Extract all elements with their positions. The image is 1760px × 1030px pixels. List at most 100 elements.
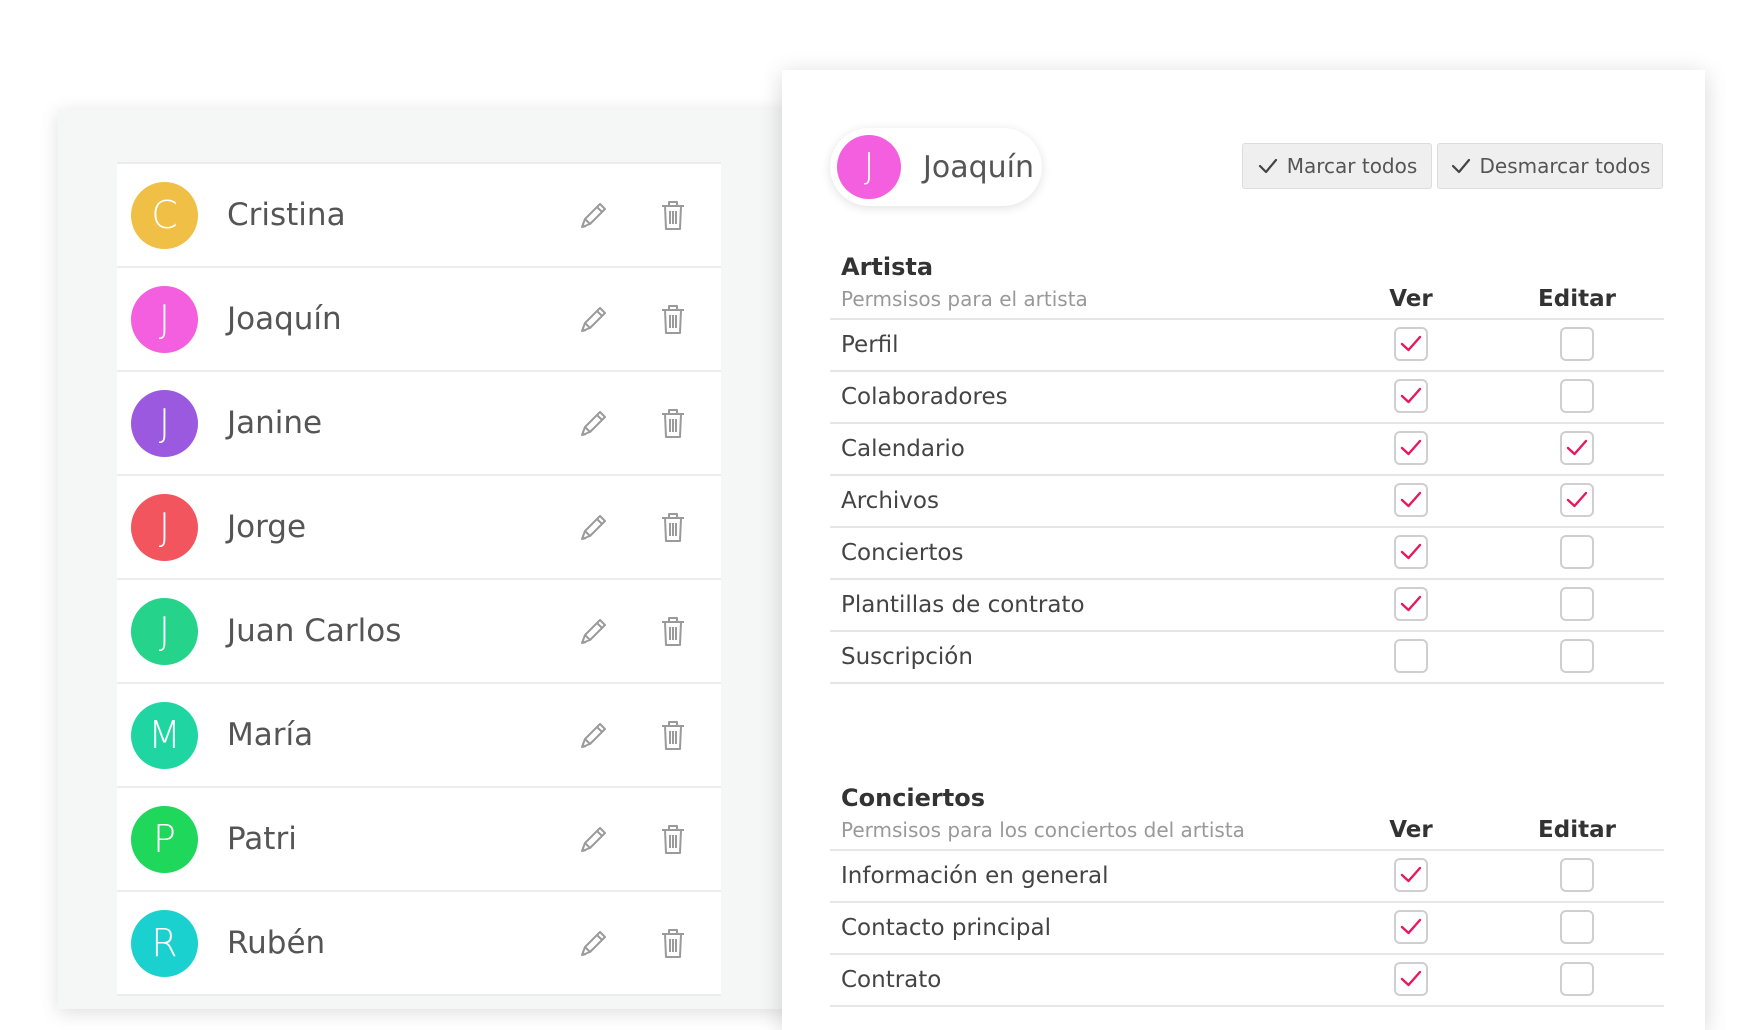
selected-user-name: Joaquín <box>923 149 1034 185</box>
view-checkbox[interactable] <box>1394 379 1428 413</box>
view-checkbox[interactable] <box>1394 962 1428 996</box>
edit-checkbox[interactable] <box>1560 962 1594 996</box>
permission-label: Contrato <box>841 967 942 993</box>
trash-icon[interactable] <box>657 302 689 336</box>
avatar: C <box>131 181 198 249</box>
check-icon <box>1400 491 1422 508</box>
unmark-all-label: Desmarcar todos <box>1479 154 1651 178</box>
user-name: Jorge <box>227 509 307 545</box>
edit-checkbox[interactable] <box>1560 327 1594 361</box>
pencil-icon[interactable] <box>577 302 609 336</box>
view-checkbox[interactable] <box>1394 587 1428 621</box>
unmark-all-button[interactable]: Desmarcar todos <box>1437 143 1663 189</box>
user-name: Rubén <box>227 925 326 961</box>
column-view-header: Ver <box>1389 286 1433 312</box>
user-row-maria[interactable]: M María <box>117 684 721 788</box>
permissions-panel: J Joaquín Marcar todos Desmarcar todos A… <box>782 70 1705 1030</box>
check-icon <box>1400 439 1422 456</box>
trash-icon[interactable] <box>657 614 689 648</box>
user-name: María <box>227 717 314 753</box>
check-icon <box>1566 439 1588 456</box>
user-name: Joaquín <box>227 301 342 337</box>
user-row-ruben[interactable]: R Rubén <box>117 892 721 996</box>
avatar: J <box>131 389 198 457</box>
trash-icon[interactable] <box>657 822 689 856</box>
pencil-icon[interactable] <box>577 406 609 440</box>
avatar: J <box>131 597 198 665</box>
edit-checkbox[interactable] <box>1560 483 1594 517</box>
check-icon <box>1400 918 1422 935</box>
trash-icon[interactable] <box>657 406 689 440</box>
pencil-icon[interactable] <box>577 822 609 856</box>
avatar: J <box>837 135 901 199</box>
section-subtitle: Permsisos para el artista <box>841 287 1088 311</box>
permission-label: Conciertos <box>841 540 964 566</box>
check-icon <box>1566 491 1588 508</box>
user-list: C Cristina J Joaquín J Janine J Jorge J … <box>117 162 721 996</box>
edit-checkbox[interactable] <box>1560 535 1594 569</box>
check-icon <box>1400 387 1422 404</box>
permission-row: Contacto principal <box>830 903 1664 955</box>
user-row-janine[interactable]: J Janine <box>117 372 721 476</box>
avatar: J <box>131 493 198 561</box>
permission-label: Información en general <box>841 863 1109 889</box>
permission-row: Información en general <box>830 851 1664 903</box>
check-icon <box>1400 543 1422 560</box>
section-header: Permsisos para el artista Ver Editar <box>830 284 1664 320</box>
column-view-header: Ver <box>1389 817 1433 843</box>
edit-checkbox[interactable] <box>1560 910 1594 944</box>
permission-row: Plantillas de contrato <box>830 580 1664 632</box>
trash-icon[interactable] <box>657 510 689 544</box>
permission-label: Archivos <box>841 488 939 514</box>
user-row-joaquin[interactable]: J Joaquín <box>117 268 721 372</box>
user-row-cristina[interactable]: C Cristina <box>117 164 721 268</box>
trash-icon[interactable] <box>657 718 689 752</box>
user-row-patri[interactable]: P Patri <box>117 788 721 892</box>
pencil-icon[interactable] <box>577 718 609 752</box>
section-header: Permsisos para los conciertos del artist… <box>830 815 1664 851</box>
edit-checkbox[interactable] <box>1560 431 1594 465</box>
permission-row: Colaboradores <box>830 372 1664 424</box>
column-edit-header: Editar <box>1538 286 1616 312</box>
view-checkbox[interactable] <box>1394 858 1428 892</box>
avatar: R <box>131 909 198 977</box>
check-icon <box>1258 158 1277 174</box>
pencil-icon[interactable] <box>577 510 609 544</box>
user-name: Janine <box>227 405 323 441</box>
check-icon <box>1451 158 1470 174</box>
check-icon <box>1400 866 1422 883</box>
edit-checkbox[interactable] <box>1560 858 1594 892</box>
edit-checkbox[interactable] <box>1560 639 1594 673</box>
permission-label: Plantillas de contrato <box>841 592 1085 618</box>
edit-checkbox[interactable] <box>1560 587 1594 621</box>
view-checkbox[interactable] <box>1394 327 1428 361</box>
view-checkbox[interactable] <box>1394 483 1428 517</box>
trash-icon[interactable] <box>657 926 689 960</box>
view-checkbox[interactable] <box>1394 639 1428 673</box>
user-row-juan-carlos[interactable]: J Juan Carlos <box>117 580 721 684</box>
user-row-jorge[interactable]: J Jorge <box>117 476 721 580</box>
section-title: Conciertos <box>841 784 985 812</box>
check-icon <box>1400 970 1422 987</box>
section-subtitle: Permsisos para los conciertos del artist… <box>841 818 1245 842</box>
check-icon <box>1400 335 1422 352</box>
view-checkbox[interactable] <box>1394 431 1428 465</box>
permission-row: Contrato <box>830 955 1664 1007</box>
permission-label: Perfil <box>841 332 899 358</box>
avatar: P <box>131 805 198 873</box>
trash-icon[interactable] <box>657 198 689 232</box>
view-checkbox[interactable] <box>1394 535 1428 569</box>
permission-row: Archivos <box>830 476 1664 528</box>
avatar: M <box>131 701 198 769</box>
view-checkbox[interactable] <box>1394 910 1428 944</box>
permission-row: Suscripción <box>830 632 1664 684</box>
pencil-icon[interactable] <box>577 926 609 960</box>
user-name: Cristina <box>227 197 346 233</box>
check-icon <box>1400 595 1422 612</box>
pencil-icon[interactable] <box>577 614 609 648</box>
mark-all-button[interactable]: Marcar todos <box>1242 143 1432 189</box>
column-edit-header: Editar <box>1538 817 1616 843</box>
pencil-icon[interactable] <box>577 198 609 232</box>
edit-checkbox[interactable] <box>1560 379 1594 413</box>
selected-user-chip[interactable]: J Joaquín <box>830 128 1042 206</box>
